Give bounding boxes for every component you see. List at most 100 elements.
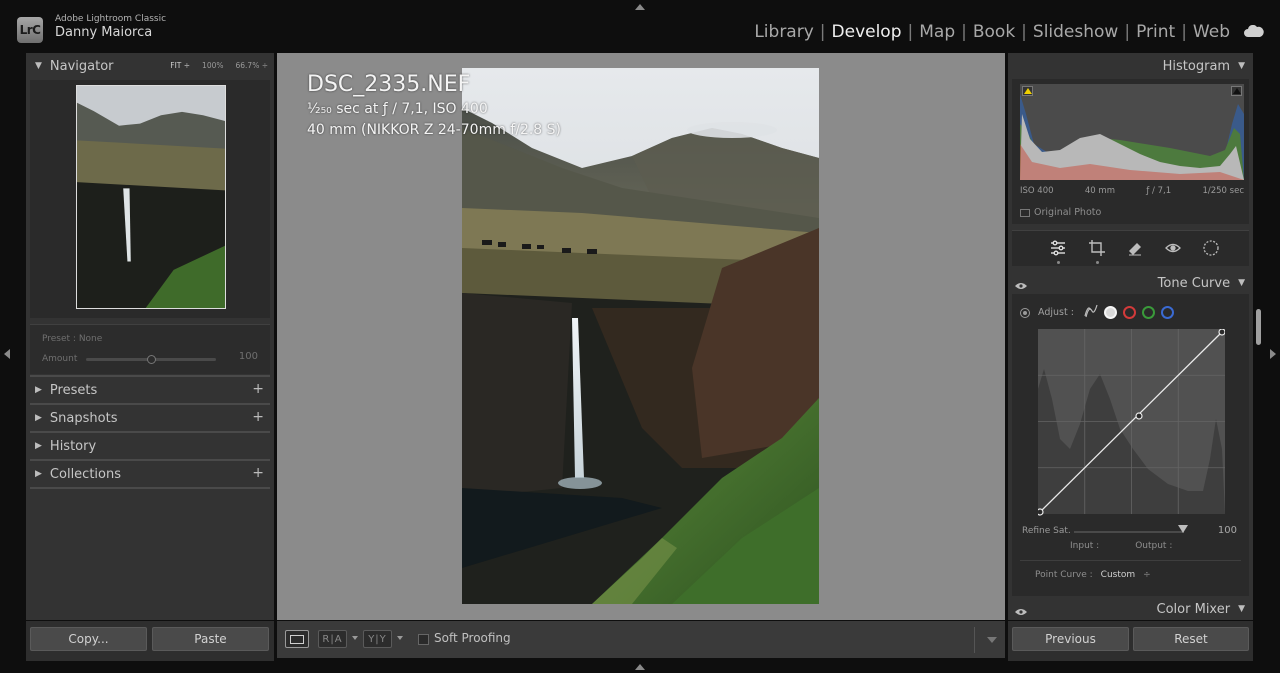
amount-label: Amount — [42, 354, 78, 364]
chevron-down-icon[interactable] — [352, 636, 358, 640]
tone-curve-header[interactable]: Tone Curve ▼ — [1008, 270, 1253, 296]
paste-button[interactable]: Paste — [152, 627, 269, 651]
chevron-updown-icon[interactable]: ÷ — [1143, 570, 1151, 580]
original-photo-toggle[interactable]: Original Photo — [1020, 207, 1101, 218]
target-adjust-icon[interactable] — [1020, 307, 1030, 318]
left-panel: ▼ Navigator FIT ÷ 100% 66.7% ÷ Preset : … — [26, 53, 274, 620]
exposure-info: ¹⁄₂₅₀ sec at ƒ / 7,1, ISO 400 — [307, 101, 488, 117]
histogram-panel: ISO 400 40 mm ƒ / 7,1 1/250 sec Original… — [1012, 79, 1249, 224]
collapse-top-panel-icon[interactable] — [635, 4, 645, 10]
shadow-clipping-icon[interactable] — [1022, 86, 1033, 96]
zoom-667-option[interactable]: 66.7% ÷ — [236, 61, 269, 70]
tone-curve-title: Tone Curve — [1157, 275, 1231, 291]
module-print[interactable]: Print — [1130, 22, 1181, 42]
before-after-split-button[interactable]: Y|Y — [363, 630, 392, 648]
navigator-header[interactable]: ▼ Navigator FIT ÷ 100% 66.7% ÷ — [26, 53, 274, 79]
before-after-button[interactable]: R|A — [318, 630, 347, 648]
previous-button[interactable]: Previous — [1012, 627, 1129, 651]
collections-header[interactable]: ▶ Collections + — [26, 461, 274, 487]
blue-channel-button[interactable] — [1160, 306, 1174, 319]
healing-eraser-icon[interactable] — [1126, 239, 1144, 257]
output-label: Output : — [1135, 541, 1173, 551]
masking-icon[interactable] — [1202, 239, 1220, 257]
lens-info: 40 mm (NIKKOR Z 24-70mm f/2.8 S) — [307, 122, 562, 138]
preset-label[interactable]: Preset : None — [42, 334, 102, 344]
soft-proofing-label[interactable]: Soft Proofing — [434, 631, 511, 645]
soft-proofing-checkbox[interactable] — [418, 634, 429, 645]
original-photo-checkbox[interactable] — [1020, 208, 1030, 217]
expand-arrow-icon: ▶ — [35, 385, 42, 395]
histogram-header[interactable]: Histogram ▼ — [1008, 53, 1253, 79]
module-map[interactable]: Map — [913, 22, 961, 42]
collapse-left-panel-icon[interactable] — [4, 349, 10, 359]
red-channel-button[interactable] — [1122, 306, 1136, 319]
main-photo[interactable] — [462, 68, 819, 604]
module-library[interactable]: Library — [748, 22, 819, 42]
aperture-value: ƒ / 7,1 — [1146, 186, 1172, 196]
crop-icon[interactable] — [1088, 239, 1106, 257]
photo-info-overlay: DSC_2335.NEF ¹⁄₂₅₀ sec at ƒ / 7,1, ISO 4… — [307, 72, 561, 140]
toolbar-content-dropdown[interactable] — [987, 637, 997, 643]
develop-tool-strip — [1012, 230, 1249, 266]
presets-title: Presets — [49, 382, 98, 398]
navigator-title: Navigator — [49, 58, 114, 74]
loupe-view-button[interactable] — [285, 630, 309, 648]
divider — [974, 627, 975, 653]
point-curve-select[interactable]: Custom — [1101, 570, 1135, 580]
add-collection-icon[interactable]: + — [252, 465, 264, 481]
history-header[interactable]: ▶ History — [26, 433, 274, 459]
point-curve-row: Point Curve : Custom ÷ — [1035, 570, 1151, 580]
reset-button[interactable]: Reset — [1133, 627, 1249, 651]
point-curve-rgb-channel[interactable] — [1103, 306, 1117, 319]
collapse-right-panel-icon[interactable] — [1270, 349, 1276, 359]
parametric-curve-icon[interactable] — [1084, 304, 1098, 321]
add-preset-icon[interactable]: + — [252, 381, 264, 397]
adjust-row: Adjust : — [1020, 304, 1174, 321]
point-curve-label: Point Curve : — [1035, 570, 1093, 580]
navigator-thumbnail[interactable] — [76, 85, 226, 309]
zoom-fit-option[interactable]: FIT ÷ — [170, 61, 190, 70]
cloud-icon[interactable] — [1244, 22, 1264, 42]
zoom-100-option[interactable]: 100% — [202, 61, 223, 70]
color-mixer-title: Color Mixer — [1156, 601, 1231, 617]
left-bottom-bar: Copy... Paste — [26, 621, 274, 661]
active-indicator — [1096, 261, 1099, 264]
right-bottom-bar: Previous Reset — [1008, 621, 1253, 661]
module-slideshow[interactable]: Slideshow — [1027, 22, 1124, 42]
highlight-clipping-icon[interactable] — [1231, 86, 1242, 96]
snapshots-header[interactable]: ▶ Snapshots + — [26, 405, 274, 431]
image-canvas[interactable]: DSC_2335.NEF ¹⁄₂₅₀ sec at ƒ / 7,1, ISO 4… — [277, 53, 1005, 620]
color-mixer-header[interactable]: Color Mixer ▼ — [1008, 596, 1253, 622]
presets-header[interactable]: ▶ Presets + — [26, 377, 274, 403]
green-channel-button[interactable] — [1141, 306, 1155, 319]
module-develop[interactable]: Develop — [826, 22, 908, 42]
lightroom-logo: LrC — [17, 17, 43, 43]
refine-saturation-track[interactable] — [1074, 531, 1184, 533]
user-name[interactable]: Danny Maiorca — [55, 25, 152, 40]
tone-curve-graph[interactable] — [1036, 328, 1226, 519]
red-eye-icon[interactable] — [1164, 239, 1182, 257]
chevron-down-icon[interactable] — [397, 636, 403, 640]
right-panel-scrollbar[interactable] — [1254, 53, 1264, 620]
edit-sliders-icon[interactable] — [1049, 239, 1067, 257]
adjust-label: Adjust : — [1038, 307, 1074, 318]
collapse-arrow-icon: ▼ — [1238, 61, 1245, 71]
expand-arrow-icon: ▶ — [35, 413, 42, 423]
add-snapshot-icon[interactable]: + — [252, 409, 264, 425]
amount-slider-thumb[interactable] — [147, 355, 156, 364]
histogram-graph[interactable] — [1020, 84, 1244, 180]
divider — [1020, 560, 1241, 561]
module-book[interactable]: Book — [967, 22, 1021, 42]
eye-icon[interactable] — [1015, 605, 1027, 615]
eye-icon[interactable] — [1015, 279, 1027, 289]
module-web[interactable]: Web — [1187, 22, 1236, 42]
collapse-filmstrip-icon[interactable] — [635, 664, 645, 670]
active-indicator — [1057, 261, 1060, 264]
shutter-value: 1/250 sec — [1202, 186, 1244, 196]
collapse-arrow-icon: ▼ — [1238, 604, 1245, 614]
navigator-preview[interactable] — [30, 80, 270, 318]
scrollbar-thumb[interactable] — [1256, 309, 1261, 345]
copy-button[interactable]: Copy... — [30, 627, 147, 651]
refine-saturation-thumb[interactable] — [1178, 525, 1188, 533]
loupe-icon — [290, 634, 304, 644]
